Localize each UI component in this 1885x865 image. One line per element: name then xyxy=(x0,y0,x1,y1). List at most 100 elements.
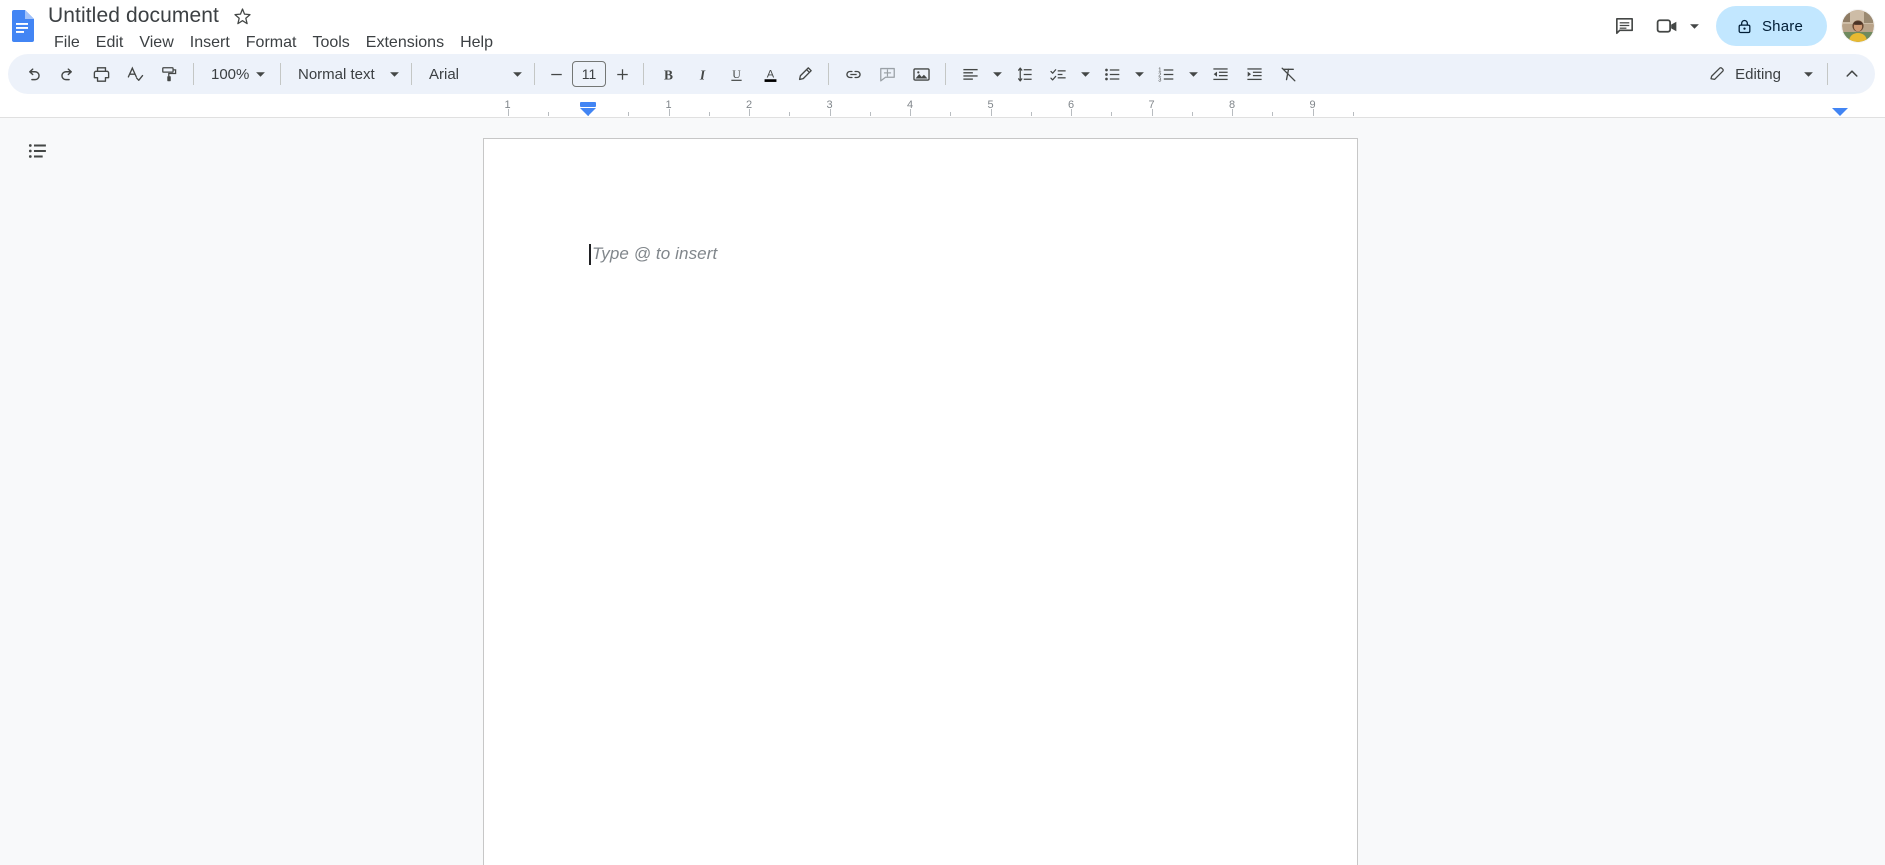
paragraph-style-value: Normal text xyxy=(298,65,375,83)
menu-item-tools[interactable]: Tools xyxy=(304,32,357,54)
toolbar-divider xyxy=(411,63,412,85)
menu-item-view[interactable]: View xyxy=(131,32,181,54)
left-indent-triangle[interactable] xyxy=(580,108,596,116)
redo-icon[interactable] xyxy=(51,58,83,90)
link-icon[interactable] xyxy=(837,58,869,90)
menu-item-file[interactable]: File xyxy=(46,32,88,54)
bold-icon[interactable]: B xyxy=(652,58,684,90)
clear-formatting-icon[interactable] xyxy=(1272,58,1304,90)
font-size-input[interactable]: 11 xyxy=(572,61,606,87)
increase-indent-icon[interactable] xyxy=(1238,58,1270,90)
numbered-list-dropdown-chevron-down-icon[interactable] xyxy=(1183,58,1203,90)
ruler-tick xyxy=(1030,112,1032,116)
document-placeholder-line[interactable]: Type @ to insert xyxy=(589,243,1247,265)
ruler-ticks: 1 1 2 3 4 5 6 7 8 9 xyxy=(0,96,1885,117)
document-title[interactable]: Untitled document xyxy=(46,2,221,30)
chevron-down-icon xyxy=(512,69,523,80)
image-icon[interactable] xyxy=(905,58,937,90)
title-and-menu-block: Untitled document File Edit View Insert … xyxy=(46,2,501,55)
toolbar-divider xyxy=(828,63,829,85)
numbered-list-icon[interactable]: 1 2 3 xyxy=(1150,58,1182,90)
account-avatar[interactable] xyxy=(1841,9,1875,43)
bulleted-list-icon[interactable] xyxy=(1096,58,1128,90)
ruler-tick xyxy=(869,112,871,116)
align-left-icon[interactable] xyxy=(954,58,986,90)
formatting-toolbar: 100% Normal text Arial 11 B I U A 1 2 3 … xyxy=(8,54,1875,94)
toolbar-divider xyxy=(1827,63,1828,85)
ruler-tick xyxy=(1352,112,1354,116)
text-cursor xyxy=(589,243,591,265)
share-button[interactable]: Share xyxy=(1715,6,1827,46)
zoom-selector[interactable]: 100% xyxy=(201,58,273,90)
toolbar-divider xyxy=(193,63,194,85)
ruler-number: 2 xyxy=(745,99,753,111)
app-header: Untitled document File Edit View Insert … xyxy=(0,0,1885,52)
ruler-number: 1 xyxy=(504,99,511,111)
add-comment-icon[interactable] xyxy=(871,58,903,90)
horizontal-ruler[interactable]: 1 1 2 3 4 5 6 7 8 9 xyxy=(0,96,1885,118)
header-right-group: Share xyxy=(1605,0,1875,52)
svg-text:A: A xyxy=(766,68,774,80)
paint-roller-icon[interactable] xyxy=(153,58,185,90)
document-page[interactable]: Type @ to insert xyxy=(483,138,1358,865)
comment-history-icon[interactable] xyxy=(1605,6,1645,46)
toolbar-divider xyxy=(643,63,644,85)
ruler-tick xyxy=(547,112,549,116)
star-outline-icon[interactable] xyxy=(233,7,252,26)
printer-icon[interactable] xyxy=(85,58,117,90)
ruler-tick xyxy=(1191,112,1193,116)
meet-button[interactable] xyxy=(1647,6,1706,46)
menu-item-format[interactable]: Format xyxy=(238,32,305,54)
spellcheck-icon[interactable] xyxy=(119,58,151,90)
menu-bar: File Edit View Insert Format Tools Exten… xyxy=(46,31,501,55)
zoom-value: 100% xyxy=(211,65,250,83)
underline-icon[interactable]: U xyxy=(720,58,752,90)
collapse-toolbar-chevron-up-icon[interactable] xyxy=(1836,58,1868,90)
highlighter-pen-icon[interactable] xyxy=(788,58,820,90)
left-indent-marker[interactable] xyxy=(580,102,596,107)
svg-text:B: B xyxy=(664,67,673,82)
share-button-label: Share xyxy=(1761,17,1803,35)
font-family-value: Arial xyxy=(429,65,460,83)
align-dropdown-chevron-down-icon[interactable] xyxy=(987,58,1007,90)
decrease-indent-icon[interactable] xyxy=(1204,58,1236,90)
ruler-number: 8 xyxy=(1228,99,1236,111)
checklist-icon[interactable] xyxy=(1042,58,1074,90)
italic-icon[interactable]: I xyxy=(686,58,718,90)
menu-item-extensions[interactable]: Extensions xyxy=(358,32,452,54)
page-content-area[interactable]: Type @ to insert xyxy=(484,139,1357,265)
docs-file-icon[interactable] xyxy=(10,10,34,42)
chevron-down-icon xyxy=(1803,69,1814,80)
font-family-selector[interactable]: Arial xyxy=(419,58,527,90)
bulleted-list-dropdown-chevron-down-icon[interactable] xyxy=(1129,58,1149,90)
editing-mode-button[interactable]: Editing xyxy=(1698,58,1820,90)
ruler-number: 7 xyxy=(1148,99,1155,111)
svg-text:I: I xyxy=(698,67,705,82)
increase-font-size-button[interactable] xyxy=(608,60,636,88)
ruler-tick xyxy=(628,112,630,116)
document-outline-icon[interactable] xyxy=(18,131,58,171)
ruler-tick xyxy=(708,112,710,116)
ruler-number: 6 xyxy=(1067,99,1075,111)
menu-item-help[interactable]: Help xyxy=(452,32,501,54)
editing-mode-label: Editing xyxy=(1735,65,1781,83)
title-row: Untitled document xyxy=(46,2,501,30)
undo-icon[interactable] xyxy=(17,58,49,90)
text-color-icon[interactable]: A xyxy=(754,58,786,90)
checklist-dropdown-chevron-down-icon[interactable] xyxy=(1075,58,1095,90)
chevron-down-icon xyxy=(255,69,266,80)
paragraph-style-selector[interactable]: Normal text xyxy=(288,58,404,90)
decrease-font-size-button[interactable] xyxy=(542,60,570,88)
menu-item-edit[interactable]: Edit xyxy=(88,32,132,54)
ruler-tick xyxy=(1111,112,1113,116)
toolbar-container: 100% Normal text Arial 11 B I U A 1 2 3 … xyxy=(0,52,1885,96)
toolbar-divider xyxy=(534,63,535,85)
ruler-tick xyxy=(1272,112,1274,116)
menu-item-insert[interactable]: Insert xyxy=(182,32,238,54)
ruler-number: 5 xyxy=(987,99,994,111)
font-size-stepper: 11 xyxy=(542,60,636,88)
ruler-number: 9 xyxy=(1309,99,1316,111)
line-spacing-icon[interactable] xyxy=(1008,58,1040,90)
document-workspace: Type @ to insert xyxy=(0,118,1885,865)
right-indent-marker[interactable] xyxy=(1831,108,1848,116)
